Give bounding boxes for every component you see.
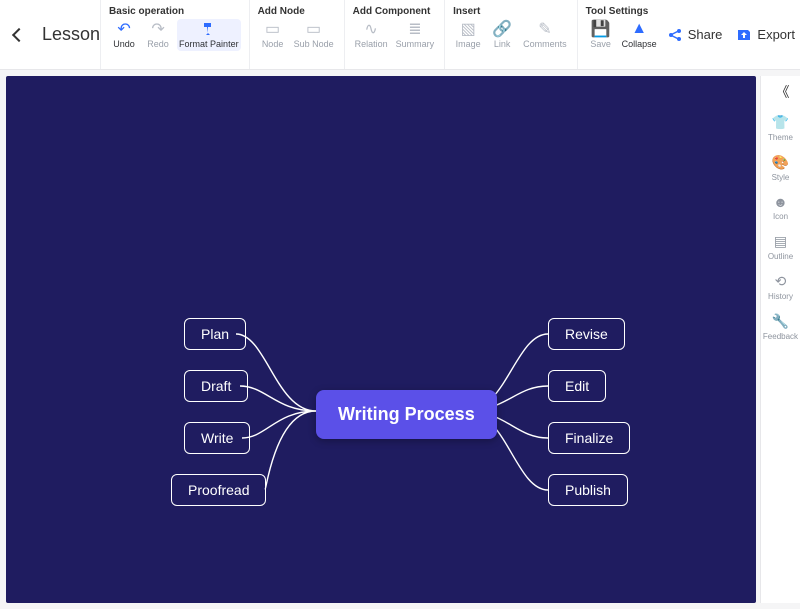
group-label: Basic operation [109,6,241,17]
center-node[interactable]: Writing Process [316,390,497,439]
node-left-3[interactable]: Proofread [171,474,266,506]
node-right-1[interactable]: Edit [548,370,606,402]
toolbar-right-actions: Share Export [667,0,800,69]
image-icon: ▧ [460,21,476,37]
collapse-sidebar-icon[interactable]: 《 [776,82,786,102]
undo-icon: ↶ [116,21,132,37]
icon-icon: ☻ [773,194,788,210]
link-button[interactable]: 🔗 Link [487,19,517,51]
format-painter-icon [201,21,217,37]
group-label: Insert [453,6,569,17]
group-add-node: Add Node ▭ Node ▭ Sub Node [249,0,344,69]
relation-button[interactable]: ∿ Relation [353,19,390,51]
node-left-0[interactable]: Plan [184,318,246,350]
export-label: Export [757,27,795,42]
history-icon: ⟲ [775,273,787,290]
back-area: Lesson [0,0,100,69]
summary-icon: ≣ [407,21,423,37]
undo-button[interactable]: ↶ Undo [109,19,139,51]
group-label: Add Component [353,6,437,17]
sidebar-outline[interactable]: ▤ Outline [768,233,793,261]
sub-node-icon: ▭ [306,21,322,37]
save-button[interactable]: 💾 Save [586,19,616,51]
comments-icon: ✎ [537,21,553,37]
document-title[interactable]: Lesson [42,24,100,45]
export-icon [736,27,752,43]
save-icon: 💾 [593,21,609,37]
node-button[interactable]: ▭ Node [258,19,288,51]
node-right-0[interactable]: Revise [548,318,625,350]
top-toolbar: Lesson Basic operation ↶ Undo ↷ Redo For… [0,0,800,70]
sidebar-icon[interactable]: ☻ Icon [773,194,788,221]
right-sidebar: 《 👕 Theme 🎨 Style ☻ Icon ▤ Outline ⟲ His… [760,76,800,603]
node-left-2[interactable]: Write [184,422,250,454]
node-icon: ▭ [265,21,281,37]
redo-button[interactable]: ↷ Redo [143,19,173,51]
group-label: Add Node [258,6,336,17]
outline-icon: ▤ [774,233,787,250]
node-right-3[interactable]: Publish [548,474,628,506]
connector-lines [6,76,756,603]
group-tool-settings: Tool Settings 💾 Save ▲ Collapse [577,0,667,69]
format-painter-button[interactable]: Format Painter [177,19,241,51]
summary-button[interactable]: ≣ Summary [394,19,437,51]
share-icon [667,27,683,43]
link-icon: 🔗 [494,21,510,37]
comments-button[interactable]: ✎ Comments [521,19,569,51]
group-label: Tool Settings [586,6,659,17]
sidebar-history[interactable]: ⟲ History [768,273,793,301]
share-label: Share [688,27,723,42]
collapse-button[interactable]: ▲ Collapse [620,19,659,51]
toolbar-groups: Basic operation ↶ Undo ↷ Redo Format Pai… [100,0,667,69]
style-icon: 🎨 [772,154,789,171]
feedback-icon: 🔧 [772,313,789,330]
group-basic-operation: Basic operation ↶ Undo ↷ Redo Format Pai… [100,0,249,69]
share-button[interactable]: Share [667,27,723,43]
sidebar-theme[interactable]: 👕 Theme [768,114,793,142]
redo-icon: ↷ [150,21,166,37]
group-add-component: Add Component ∿ Relation ≣ Summary [344,0,445,69]
relation-icon: ∿ [363,21,379,37]
mindmap-canvas[interactable]: Writing Process Plan Draft Write Proofre… [6,76,756,603]
theme-icon: 👕 [772,114,789,131]
node-left-1[interactable]: Draft [184,370,248,402]
image-button[interactable]: ▧ Image [453,19,483,51]
back-icon[interactable] [12,27,26,41]
node-right-2[interactable]: Finalize [548,422,630,454]
collapse-icon: ▲ [631,21,647,37]
sub-node-button[interactable]: ▭ Sub Node [292,19,336,51]
sidebar-style[interactable]: 🎨 Style [772,154,790,182]
sidebar-feedback[interactable]: 🔧 Feedback [763,313,798,341]
export-button[interactable]: Export [736,27,795,43]
group-insert: Insert ▧ Image 🔗 Link ✎ Comments [444,0,577,69]
